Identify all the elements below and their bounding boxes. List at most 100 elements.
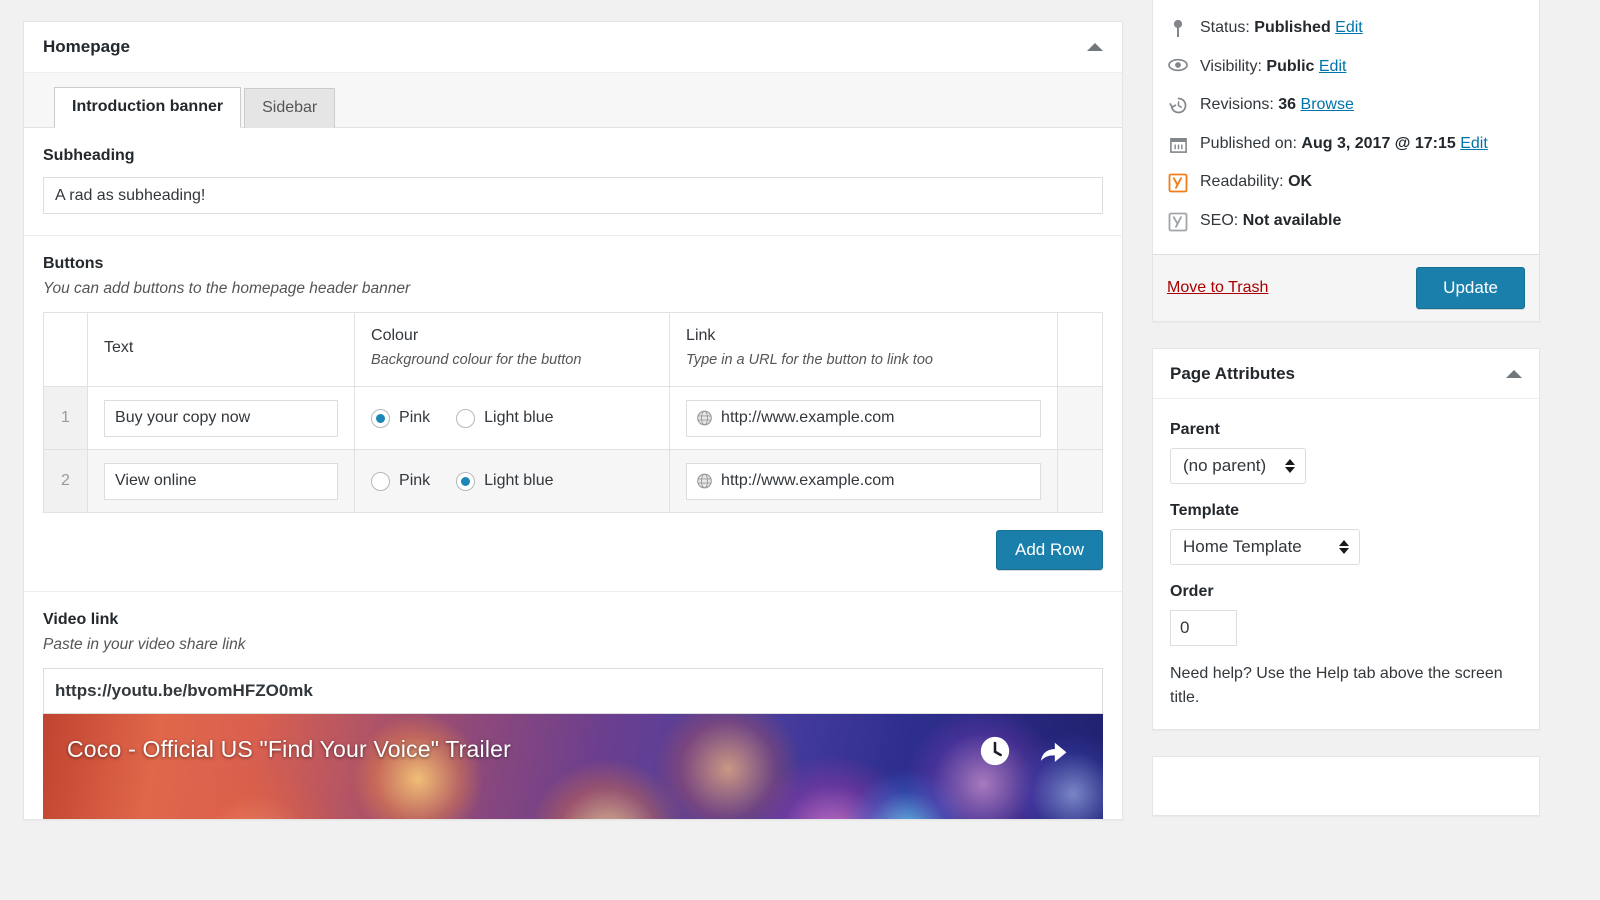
video-link-input-wrapper (43, 668, 1103, 714)
radio-label: Pink (399, 409, 431, 426)
video-title: Coco - Official US "Find Your Voice" Tra… (67, 736, 512, 762)
video-link-input[interactable] (44, 669, 1102, 713)
published-on-label: Published on: (1200, 134, 1297, 152)
template-select-value: Home Template (1183, 537, 1302, 557)
radio-label: Pink (399, 472, 431, 489)
status-edit-link[interactable]: Edit (1335, 19, 1363, 36)
row-tools-cell[interactable] (1057, 449, 1103, 513)
add-row-button[interactable]: Add Row (996, 530, 1103, 570)
column-title: Colour (371, 327, 419, 344)
radio-option-light-blue[interactable]: Light blue (456, 471, 554, 491)
status-label: Status: (1200, 19, 1250, 36)
status-row: Status: Published Edit (1167, 8, 1525, 47)
firework-spark (343, 714, 493, 819)
button-link-input[interactable] (686, 462, 1042, 500)
page-attributes-title: Page Attributes (1170, 363, 1296, 383)
colour-radio-group: Pink Light blue (371, 408, 653, 428)
main-content-column: Homepage Introduction banner Sidebar Sub… (23, 21, 1123, 820)
subheading-label: Subheading (43, 147, 135, 164)
publish-actions: Move to Trash Update (1153, 254, 1539, 322)
radio-indicator (371, 408, 391, 428)
revisions-row: Revisions: 36 Browse (1167, 85, 1525, 124)
readability-row: Readability: OK (1167, 162, 1525, 201)
subheading-input[interactable] (43, 177, 1103, 214)
row-link-cell (669, 386, 1059, 450)
video-embed-preview[interactable]: Coco - Official US "Find Your Voice" Tra… (43, 714, 1103, 819)
tab-sidebar[interactable]: Sidebar (244, 88, 336, 128)
table-body: 1 Pink (42, 386, 1103, 513)
tab-label: Introduction banner (72, 98, 224, 115)
radio-option-pink[interactable]: Pink (371, 471, 431, 491)
eye-icon (1167, 56, 1189, 72)
row-number-handle[interactable]: 2 (42, 449, 89, 513)
share-arrow-icon[interactable] (1036, 734, 1070, 768)
button-text-input[interactable] (104, 399, 339, 437)
caret-up-icon[interactable] (1506, 369, 1522, 378)
table-header-row: Text Colour Background colour for the bu… (42, 312, 1103, 387)
yoast-grey-icon (1167, 210, 1189, 232)
buttons-field-block: Buttons You can add buttons to the homep… (24, 236, 1122, 592)
chevron-updown-icon (1339, 540, 1349, 555)
update-button[interactable]: Update (1416, 267, 1525, 310)
yoast-orange-icon (1167, 171, 1189, 193)
help-note: Need help? Use the Help tab above the sc… (1170, 665, 1503, 706)
published-on-edit-link[interactable]: Edit (1460, 135, 1488, 152)
video-action-icons (978, 734, 1070, 768)
button-link-input[interactable] (686, 399, 1042, 437)
caret-up-icon[interactable] (1087, 43, 1103, 51)
firework-spark (163, 754, 353, 819)
row-number: 1 (61, 409, 70, 426)
radio-label: Light blue (484, 472, 554, 489)
calendar-icon (1167, 133, 1189, 154)
radio-option-pink[interactable]: Pink (371, 408, 431, 428)
table-head: Text Colour Background colour for the bu… (42, 312, 1103, 387)
row-text-cell (87, 386, 356, 450)
table-row: 1 Pink (42, 386, 1103, 450)
homepage-metabox-header: Homepage (24, 22, 1122, 73)
radio-option-light-blue[interactable]: Light blue (456, 408, 554, 428)
radio-label: Light blue (484, 409, 554, 426)
column-subtitle: Type in a URL for the button to link too (686, 352, 933, 368)
row-tools-cell[interactable] (1057, 386, 1103, 450)
row-text-cell (87, 449, 356, 513)
visibility-value: Public (1266, 57, 1315, 75)
seo-row: SEO: Not available (1167, 201, 1525, 240)
homepage-metabox: Homepage Introduction banner Sidebar Sub… (23, 21, 1123, 820)
tab-introduction-banner[interactable]: Introduction banner (54, 87, 242, 128)
visibility-edit-link[interactable]: Edit (1319, 58, 1347, 75)
template-select[interactable]: Home Template (1170, 529, 1360, 566)
button-text-input[interactable] (104, 462, 339, 500)
video-label: Video link (43, 611, 119, 628)
move-to-trash-link[interactable]: Move to Trash (1167, 279, 1268, 297)
parent-select[interactable]: (no parent) (1170, 448, 1306, 485)
watch-later-clock-icon[interactable] (978, 734, 1012, 768)
column-header-colour: Colour Background colour for the button (354, 312, 671, 387)
parent-label: Parent (1170, 421, 1220, 439)
order-input[interactable] (1170, 610, 1237, 647)
visibility-label: Visibility: (1200, 57, 1262, 75)
radio-indicator (456, 471, 476, 491)
column-header-tools (1057, 312, 1103, 387)
tab-label: Sidebar (262, 99, 318, 116)
colour-radio-group: Pink Light blue (371, 471, 653, 491)
parent-select-value: (no parent) (1183, 456, 1267, 476)
buttons-repeater-table: Text Colour Background colour for the bu… (42, 312, 1103, 513)
seo-value: Not available (1242, 212, 1342, 230)
subheading-field-block: Subheading (24, 128, 1122, 236)
buttons-description: You can add buttons to the homepage head… (43, 280, 411, 297)
visibility-row: Visibility: Public Edit (1167, 47, 1525, 86)
column-title: Text (104, 338, 134, 356)
repeater-footer: Add Row (43, 513, 1103, 570)
column-header-link: Link Type in a URL for the button to lin… (669, 312, 1059, 387)
column-header-text: Text (87, 312, 356, 387)
pin-icon (1167, 17, 1189, 38)
next-metabox (1152, 755, 1540, 816)
seo-label: SEO: (1200, 212, 1239, 230)
wp-page-editor-screen: Homepage Introduction banner Sidebar Sub… (0, 0, 1600, 900)
url-input-wrapper (686, 399, 1042, 437)
published-on-value: Aug 3, 2017 @ 17:15 (1301, 134, 1456, 152)
column-subtitle: Background colour for the button (371, 352, 582, 368)
row-number-handle[interactable]: 1 (42, 386, 89, 450)
revisions-browse-link[interactable]: Browse (1301, 96, 1354, 113)
radio-indicator (456, 408, 476, 428)
